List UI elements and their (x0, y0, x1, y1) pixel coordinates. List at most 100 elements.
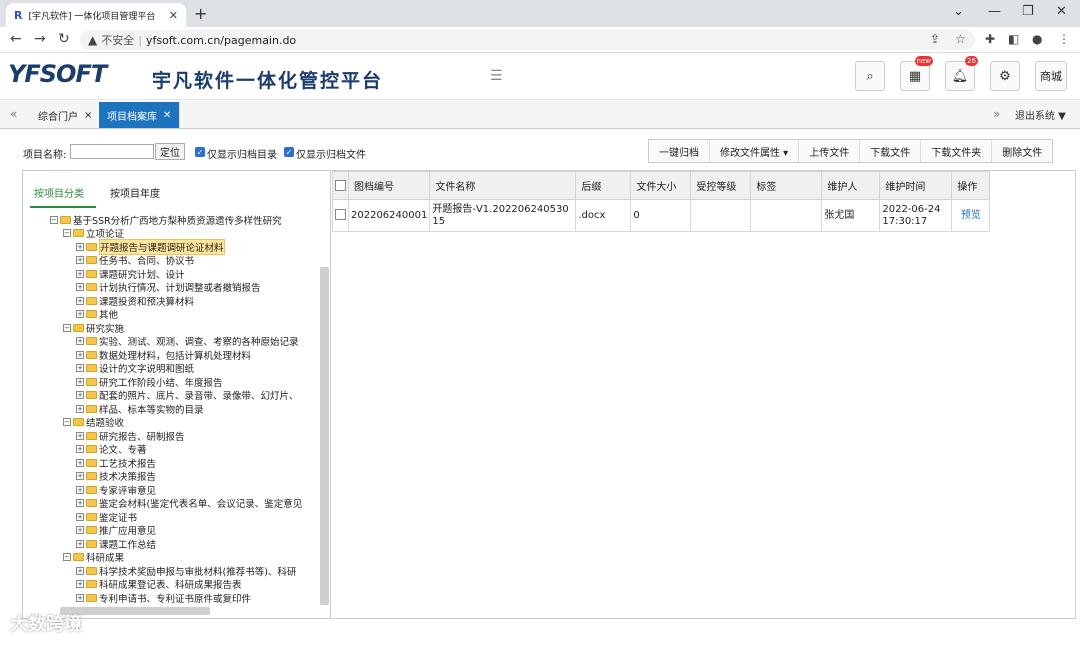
download-file-button[interactable]: 下载文件 (860, 140, 922, 162)
tree-node[interactable]: − 科研成果 (50, 551, 322, 564)
bookmark-star-icon[interactable]: ☆ (955, 32, 966, 46)
edit-attributes-dropdown[interactable]: 修改文件属性 ▾ (710, 140, 800, 162)
expand-icon[interactable]: + (76, 364, 84, 373)
tabs-scroll-left-icon[interactable]: « (10, 107, 17, 121)
expand-icon[interactable]: + (76, 337, 84, 346)
tree-node[interactable]: + 工艺技术报告 (50, 456, 322, 470)
tree-node[interactable]: + 科学技术奖励申报与审批材料(推荐书等)、科研 (50, 564, 322, 578)
expand-icon[interactable]: + (76, 526, 84, 535)
bell-icon[interactable]: 🔔︎ 26 (945, 56, 978, 91)
tree-node[interactable]: + 推广应用意见 (50, 524, 322, 537)
tree-horizontal-scrollbar[interactable] (60, 607, 210, 615)
share-icon[interactable]: ⇪ (930, 32, 940, 46)
logout-menu[interactable]: 退出系统 ▼ (1015, 107, 1066, 122)
tree-node[interactable]: − 结题验收 (50, 416, 322, 429)
tree-node[interactable]: + 配套的照片、底片、录音带、录像带、幻灯片、 (50, 389, 322, 402)
tree-node[interactable]: + 任务书、合同、协议书 (50, 254, 322, 267)
collapse-icon[interactable]: − (63, 553, 71, 562)
profile-icon[interactable]: ● (1032, 32, 1042, 46)
close-icon[interactable]: ✕ (163, 110, 171, 121)
col-ext[interactable]: 后缀 (575, 171, 632, 200)
expand-icon[interactable]: + (76, 256, 84, 265)
expand-icon[interactable]: + (76, 404, 84, 413)
expand-icon[interactable]: + (76, 499, 84, 508)
tree-node[interactable]: + 其他 (50, 308, 322, 321)
tree-node[interactable]: + 科研成果登记表、科研成果报告表 (50, 578, 322, 591)
menu-toggle-icon[interactable]: ☰ (490, 68, 503, 84)
url-field[interactable]: ▲ 不安全 | yfsoft.com.cn/pagemain.do (80, 30, 975, 50)
archive-dirs-checkbox[interactable]: ✓ (195, 147, 205, 157)
tab-portal[interactable]: 综合门户 × (30, 102, 102, 128)
expand-icon[interactable]: + (76, 269, 84, 278)
col-action[interactable]: 操作 (951, 171, 991, 200)
expand-icon[interactable]: + (76, 458, 84, 467)
tree-vertical-scrollbar[interactable] (320, 267, 329, 605)
expand-icon[interactable]: + (76, 472, 84, 481)
back-icon[interactable]: ← (10, 31, 22, 47)
sidepanel-icon[interactable]: ◧ (1008, 32, 1019, 46)
tree-node[interactable]: + 课题研究计划、设计 (50, 267, 322, 281)
tab-by-category[interactable]: 按项目分类 (34, 185, 84, 200)
tree-node[interactable]: + 数据处理材料，包括计算机处理材料 (50, 348, 322, 362)
tree-node[interactable]: + 研究报告、研制报告 (50, 429, 322, 443)
one-click-archive-button[interactable]: 一键归档 (649, 140, 710, 162)
close-icon[interactable]: × (84, 110, 92, 121)
col-time[interactable]: 维护时间 (879, 171, 953, 200)
apps-grid-icon[interactable]: ▦ new (900, 56, 933, 91)
tree-node[interactable]: + 技术决策报告 (50, 470, 322, 483)
tree-node[interactable]: − 基于SSR分析广西地方梨种质资源遗传多样性研究 (50, 213, 322, 227)
minimize-icon[interactable]: — (988, 4, 1001, 19)
browser-tab[interactable]: R [宇凡软件] 一体化项目管理平台 ✕ (6, 3, 186, 27)
delete-file-button[interactable]: 删除文件 (992, 140, 1052, 162)
expand-icon[interactable]: + (76, 296, 84, 305)
tabs-scroll-right-icon[interactable]: » (993, 107, 1000, 121)
expand-icon[interactable]: + (76, 580, 84, 589)
close-tab-icon[interactable]: ✕ (169, 9, 178, 22)
collapse-icon[interactable]: − (63, 418, 71, 427)
upload-file-button[interactable]: 上传文件 (799, 140, 861, 162)
tree-node[interactable]: + 计划执行情况、计划调整或者撤销报告 (50, 281, 322, 294)
expand-icon[interactable]: + (76, 512, 84, 521)
tree-node[interactable]: + 论文、专著 (50, 443, 322, 456)
restore-icon[interactable]: ❐ (1022, 4, 1034, 19)
tree-node[interactable]: + 课题投资和预决算材料 (50, 294, 322, 308)
collapse-icon[interactable]: − (63, 229, 71, 238)
new-tab-button[interactable]: + (194, 4, 207, 23)
shop-button[interactable]: 商城 (1035, 61, 1067, 91)
row-checkbox[interactable] (335, 209, 346, 221)
forward-icon[interactable]: → (34, 31, 46, 47)
download-folder-button[interactable]: 下载文件夹 (921, 140, 993, 162)
tree-node[interactable]: + 研究工作阶段小结、年度报告 (50, 375, 322, 389)
col-maintainer[interactable]: 维护人 (821, 171, 881, 200)
expand-icon[interactable]: + (76, 566, 84, 575)
tree-node[interactable]: + 专家评审意见 (50, 483, 322, 497)
archive-files-checkbox[interactable]: ✓ (284, 147, 294, 157)
expand-icon[interactable]: + (76, 242, 84, 251)
tree-node[interactable]: + 开题报告与课题调研论证材料 (50, 238, 322, 255)
col-id[interactable]: 图档编号 (347, 171, 431, 200)
tree-node[interactable]: + 设计的文字说明和图纸 (50, 362, 322, 375)
col-tag[interactable]: 标签 (750, 171, 823, 200)
select-all-checkbox[interactable] (335, 179, 346, 191)
expand-icon[interactable]: + (76, 431, 84, 440)
tree-node[interactable]: + 样品、标本等实物的目录 (50, 402, 322, 416)
table-row[interactable]: 202206240001 开题报告-V1.20220624053015 .doc… (332, 199, 991, 232)
tree-node[interactable]: − 研究实施 (50, 321, 322, 335)
extensions-icon[interactable]: ✚ (985, 32, 995, 46)
tree-node[interactable]: + 专利申请书、专利证书原件或复印件 (50, 591, 322, 605)
reload-icon[interactable]: ↻ (58, 31, 70, 47)
tab-archive[interactable]: 项目档案库 ✕ (99, 102, 181, 128)
gear-icon[interactable]: ⚙ (990, 61, 1020, 91)
browser-menu-icon[interactable]: ⋮ (1058, 32, 1070, 46)
preview-link[interactable]: 预览 (961, 210, 981, 221)
project-name-input[interactable] (70, 144, 154, 159)
tree-node[interactable]: + 实验、测试、观测、调查、考察的各种原始记录 (50, 335, 322, 348)
tree-node[interactable]: + 课题工作总结 (50, 537, 322, 551)
col-level[interactable]: 受控等级 (690, 171, 752, 200)
tree-node[interactable]: + 鉴定会材料(鉴定代表名单、会议记录、鉴定意见 (50, 497, 322, 510)
collapse-icon[interactable]: − (63, 323, 71, 332)
tab-search-icon[interactable]: ⌄ (953, 4, 964, 19)
collapse-icon[interactable]: − (50, 215, 58, 224)
expand-icon[interactable]: + (76, 310, 84, 319)
locate-button[interactable]: 定位 (155, 143, 185, 160)
